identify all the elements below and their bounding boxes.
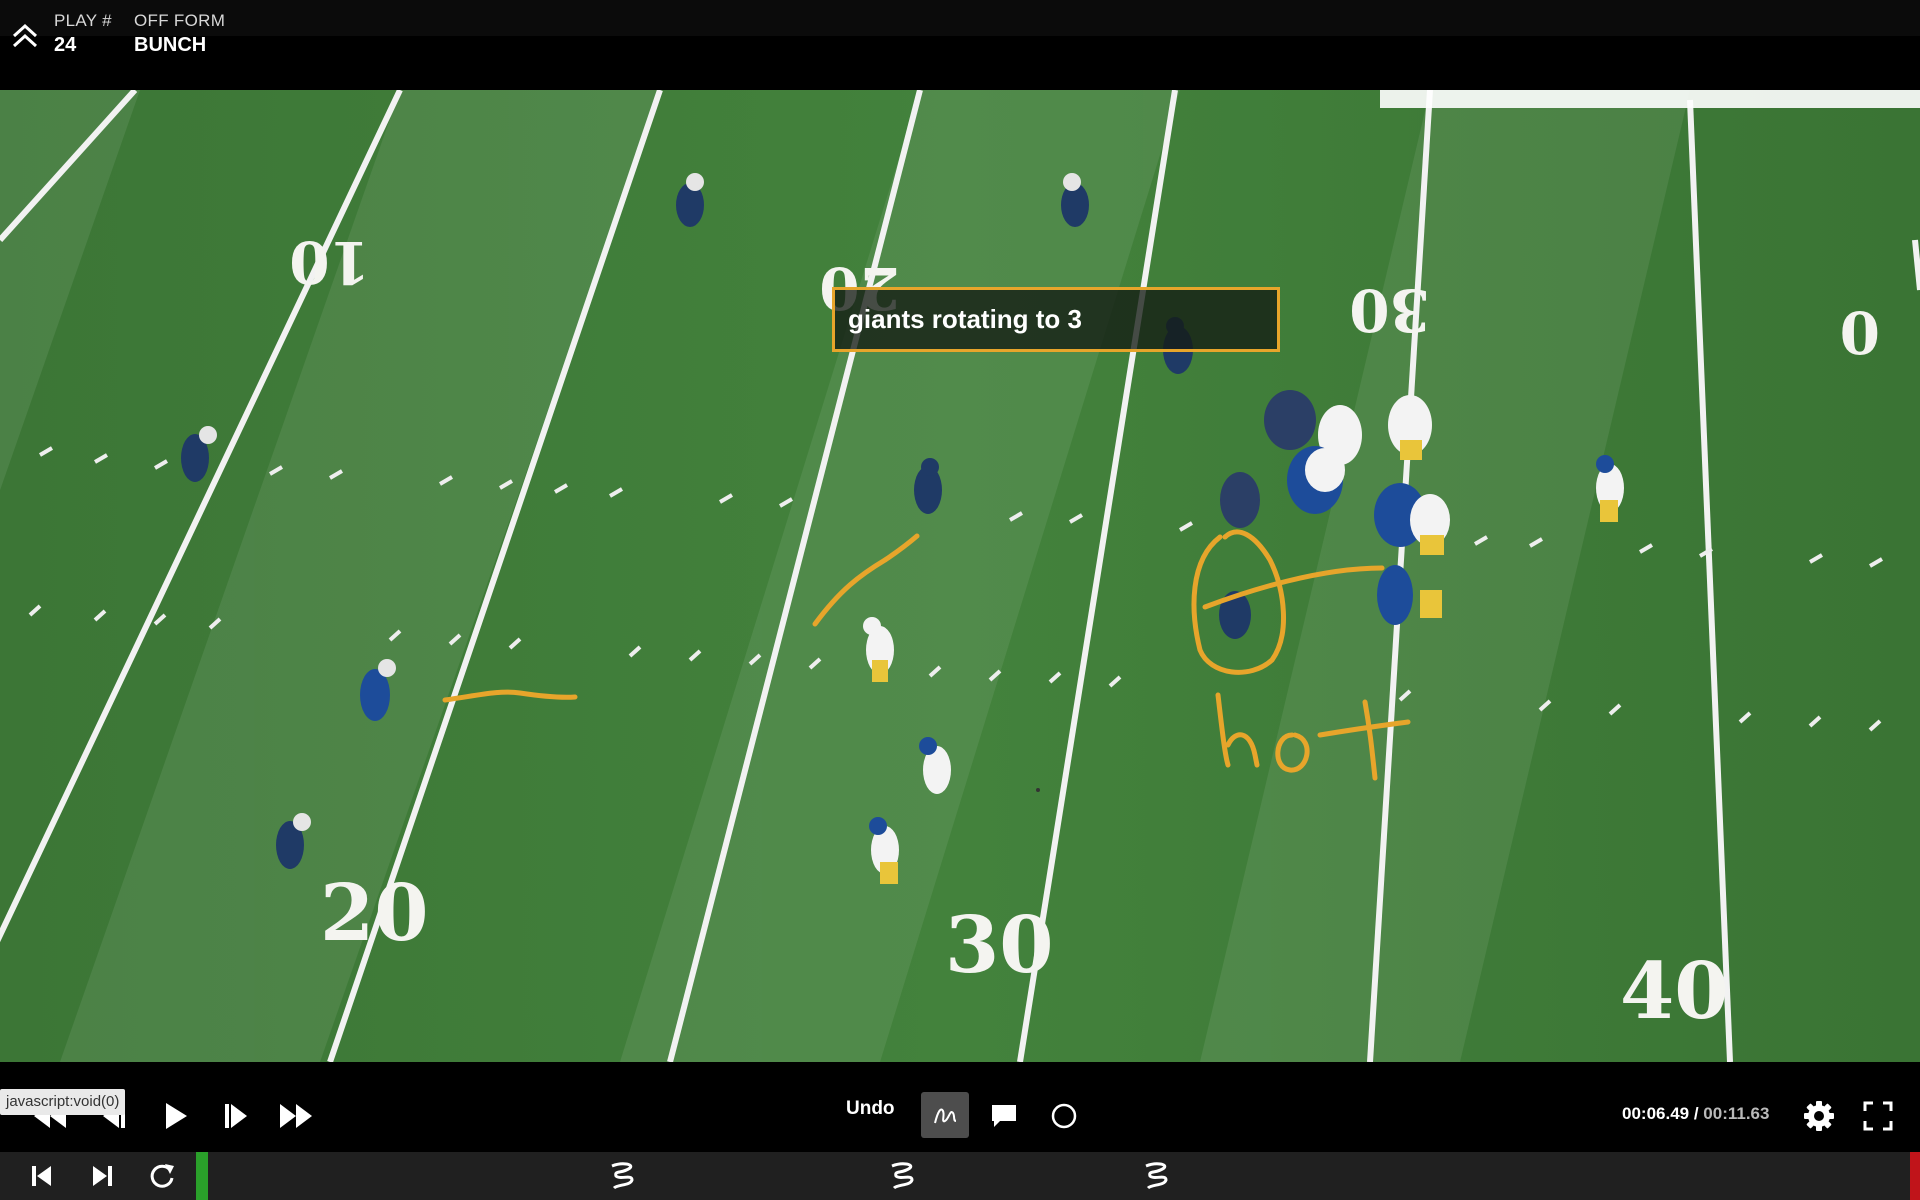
bottom-toolbar [0, 1152, 1920, 1200]
play-number-label: PLAY # [54, 11, 112, 30]
offensive-formation: OFF FORM BUNCH [134, 11, 225, 57]
gear-icon [1804, 1101, 1834, 1131]
time-display: 00:06.49 / 00:11.63 [1622, 1104, 1769, 1124]
play-info-header: PLAY # 24 OFF FORM BUNCH [0, 0, 1920, 90]
play-number-value: 24 [54, 34, 77, 56]
yard-number-20-bottom: 20 [320, 868, 429, 959]
current-time: 00:06.49 [1622, 1104, 1690, 1123]
video-frame[interactable]: 10 20 30 0 20 30 40 [0, 90, 1920, 1062]
yard-number-30: 30 [1349, 276, 1430, 344]
fast-forward-button[interactable] [274, 1094, 318, 1138]
replay-button[interactable] [144, 1158, 180, 1194]
player-controls: Undo 00:06.49 / 00:11.63 [0, 1062, 1920, 1152]
timeline-scrubber[interactable] [196, 1152, 1920, 1200]
timeline-playhead[interactable] [196, 1152, 208, 1200]
caption-text-box[interactable]: giants rotating to 3 [832, 287, 1280, 352]
play-icon [166, 1103, 187, 1129]
skip-previous-icon [32, 1166, 51, 1186]
circle-tool-button[interactable] [1042, 1094, 1086, 1138]
settings-button[interactable] [1797, 1094, 1841, 1138]
drawing-marker-icon [891, 1162, 914, 1190]
telestration-marker-2[interactable] [888, 1160, 918, 1192]
telestration-marker-1[interactable] [608, 1160, 638, 1192]
previous-clip-button[interactable] [24, 1158, 60, 1194]
field-canvas: 10 20 30 0 20 30 40 [0, 90, 1920, 1062]
skip-next-icon [93, 1166, 112, 1186]
formation-value: BUNCH [134, 34, 207, 56]
drawing-marker-icon [611, 1162, 634, 1190]
draw-tool-button[interactable] [921, 1092, 969, 1138]
yard-number-40-bottom: 40 [1620, 946, 1729, 1037]
sideline-board [1380, 90, 1920, 108]
fullscreen-button[interactable] [1856, 1094, 1900, 1138]
formation-label: OFF FORM [134, 11, 226, 30]
replay-icon [150, 1164, 174, 1188]
next-clip-button[interactable] [84, 1158, 120, 1194]
step-forward-button[interactable] [214, 1094, 258, 1138]
collapse-chevron-icon[interactable] [10, 20, 44, 54]
yard-number-30-bottom: 30 [945, 900, 1054, 991]
link-status-tooltip: javascript:void(0) [0, 1089, 126, 1115]
text-comment-button[interactable] [982, 1094, 1026, 1138]
fullscreen-icon [1863, 1101, 1893, 1131]
timeline-end-marker [1910, 1152, 1920, 1200]
circle-icon [1051, 1103, 1077, 1129]
total-time: 00:11.63 [1703, 1104, 1770, 1123]
step-forward-icon [225, 1104, 247, 1128]
yard-number-10: 10 [289, 228, 370, 296]
play-button[interactable] [154, 1094, 198, 1138]
yard-number-0: 0 [1840, 298, 1880, 366]
fast-forward-icon [280, 1104, 312, 1128]
cursor-dot [1036, 788, 1040, 792]
pen-draw-icon [934, 1108, 957, 1124]
header-strip [0, 0, 1920, 36]
play-number: PLAY # 24 [54, 11, 112, 57]
telestration-marker-3[interactable] [1142, 1160, 1172, 1192]
undo-button[interactable]: Undo [846, 1098, 895, 1120]
time-separator: / [1689, 1104, 1704, 1123]
drawing-marker-icon [1145, 1162, 1168, 1190]
comment-icon [992, 1105, 1016, 1127]
